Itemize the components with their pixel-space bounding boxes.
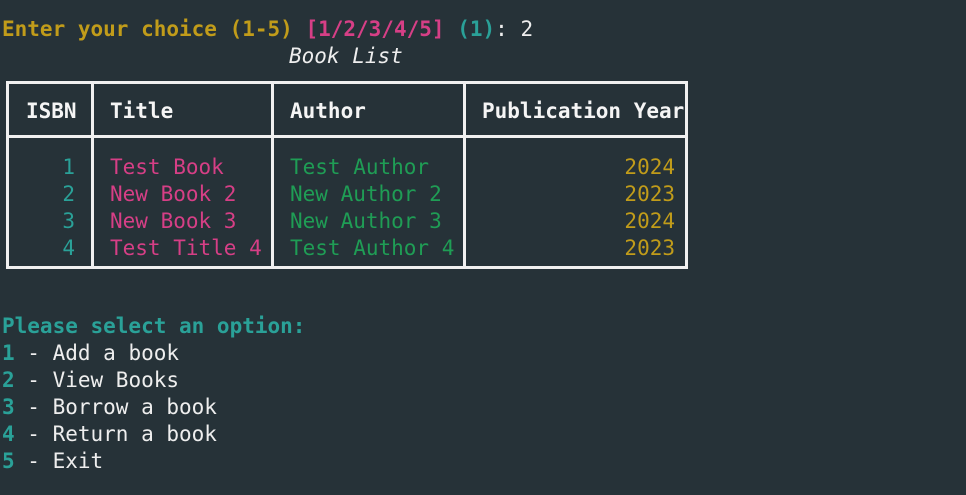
prompt-label: Enter your choice (1-5)	[2, 17, 293, 41]
cell-author: New Author 3	[290, 209, 442, 233]
table-title: Book List	[289, 44, 403, 68]
cell-year: 2023	[624, 236, 675, 260]
column-separator	[271, 84, 274, 266]
menu-item[interactable]: 5 - Exit	[2, 448, 103, 475]
menu-item-label: - Return a book	[14, 422, 217, 446]
cell-title: New Book 2	[110, 182, 237, 206]
cell-title: Test Book	[110, 155, 224, 179]
cell-author: New Author 2	[290, 182, 442, 206]
prompt-options: [1/2/3/4/5]	[305, 17, 445, 41]
menu-item[interactable]: 2 - View Books	[2, 367, 179, 394]
menu-item-key: 4	[2, 422, 15, 446]
choice-prompt: Enter your choice (1-5) [1/2/3/4/5] (1):…	[2, 16, 533, 43]
column-header-publication-year: Publication Year	[482, 99, 685, 123]
column-header-isbn: ISBN	[26, 99, 77, 123]
cell-year: 2023	[624, 182, 675, 206]
menu-item-label: - Borrow a book	[14, 395, 217, 419]
column-header-title: Title	[110, 99, 174, 123]
menu-item-key: 5	[2, 449, 15, 473]
menu-item-label: - View Books	[14, 368, 180, 392]
menu-item[interactable]: 3 - Borrow a book	[2, 394, 217, 421]
menu-item-key: 1	[2, 341, 15, 365]
prompt-input[interactable]: 2	[520, 17, 533, 41]
column-separator	[91, 84, 94, 266]
header-separator	[9, 135, 685, 138]
cell-title: Test Title 4	[110, 236, 262, 260]
cell-author: Test Author	[290, 155, 430, 179]
column-separator	[463, 84, 466, 266]
menu-item[interactable]: 1 - Add a book	[2, 340, 179, 367]
cell-year: 2024	[624, 209, 675, 233]
cell-year: 2024	[624, 155, 675, 179]
prompt-separator: :	[495, 17, 508, 41]
column-header-author: Author	[290, 99, 366, 123]
menu-item-key: 3	[2, 395, 15, 419]
menu-item-label: - Add a book	[14, 341, 180, 365]
menu-item-label: - Exit	[14, 449, 104, 473]
cell-isbn: 2	[62, 182, 75, 206]
cell-author: Test Author 4	[290, 236, 455, 260]
terminal-window[interactable]: Enter your choice (1-5) [1/2/3/4/5] (1):…	[0, 0, 966, 495]
book-table: ISBN Title Author Publication Year 1 Tes…	[6, 81, 688, 269]
cell-isbn: 4	[62, 236, 75, 260]
cell-isbn: 1	[62, 155, 75, 179]
menu-heading: Please select an option:	[2, 314, 306, 338]
menu-item[interactable]: 4 - Return a book	[2, 421, 217, 448]
cell-title: New Book 3	[110, 209, 237, 233]
menu-item-key: 2	[2, 368, 15, 392]
prompt-default: (1)	[457, 17, 496, 41]
cell-isbn: 3	[62, 209, 75, 233]
